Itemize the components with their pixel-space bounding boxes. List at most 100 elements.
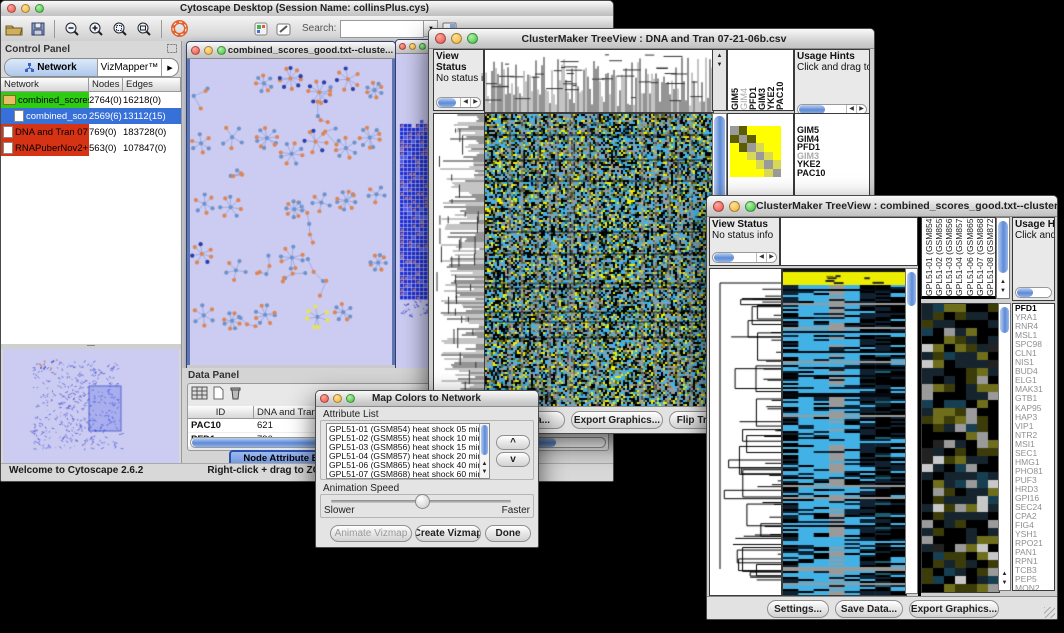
scroll-thumb[interactable] [1000,307,1009,333]
scroll-down-icon[interactable]: ▼ [999,579,1010,588]
tv2-column-dendrogram[interactable] [780,217,918,266]
scroll-right-icon[interactable]: ▶ [470,98,480,107]
tv2-column-label[interactable]: GPL51-01 (GSM854) [924,218,934,296]
attribute-list-item[interactable]: GPL51-06 (GSM865) heat shock 40 min [329,461,489,470]
gene-label[interactable]: NIS1 [1013,358,1054,367]
heatmap-cell[interactable] [764,169,773,178]
heatmap-cell[interactable] [739,135,748,144]
col-network[interactable]: Network [1,78,89,92]
tv1-row-label[interactable]: PAC10 [795,169,869,178]
create-vizmap-button[interactable]: Create Vizmap [415,525,481,542]
animate-vizmap-button[interactable]: Animate Vizmap [330,525,412,542]
heatmap-cell[interactable] [773,152,782,161]
attribute-list-item[interactable]: GPL51-04 (GSM857) heat shock 20 min [329,452,489,461]
heatmap-cell[interactable] [747,160,756,169]
network-name-cell[interactable]: DNA and Tran 07 [1,124,89,140]
network-canvas[interactable] [187,59,395,365]
export-graphics-button[interactable]: Export Graphics... [909,600,999,618]
tv2-column-label[interactable]: GPL51-02 (GSM855) [934,218,944,296]
scroll-up-icon[interactable]: ▲ [997,278,1009,287]
minimize-button[interactable] [204,46,213,55]
heatmap-cell[interactable] [730,143,739,152]
attribute-list-item[interactable]: GPL51-07 (GSM868) heat shock 60 min [329,470,489,479]
move-down-button[interactable]: v [496,452,530,467]
tv1-heatmap[interactable] [484,113,714,407]
tv2-status-hscrollbar[interactable]: ◀ ▶ [712,252,777,263]
heatmap-cell[interactable] [747,135,756,144]
help-lifesaver-icon[interactable] [171,20,188,37]
tv2-column-label[interactable]: GPL51-06 (GSM865) [965,218,975,296]
close-button[interactable] [7,4,16,13]
attribute-list[interactable]: GPL51-01 (GSM854) heat shock 05 minGPL51… [326,423,490,479]
zoom-button[interactable] [419,43,426,50]
gene-label[interactable]: MSL1 [1013,331,1054,340]
export-graphics-button[interactable]: Export Graphics... [571,411,663,429]
scroll-right-icon[interactable]: ▶ [766,253,776,262]
gene-label[interactable]: CPA2 [1013,512,1054,521]
attribute-list-vscrollbar[interactable]: ▲ ▼ [479,424,489,478]
scroll-down-icon[interactable]: ▼ [480,468,489,477]
heatmap-cell[interactable] [773,135,782,144]
gene-label[interactable]: PAN1 [1013,548,1054,557]
tv1-row-dendrogram[interactable] [433,113,486,407]
network-name-cell[interactable]: RNAPuberNov2+ [1,140,89,156]
gene-label[interactable]: RPN1 [1013,557,1054,566]
gene-label[interactable]: PFD1 [1013,304,1054,313]
gene-label[interactable]: PUF3 [1013,476,1054,485]
close-button[interactable] [713,201,724,212]
tv2-zoom-vscrollbar[interactable]: ▲ ▼ [998,303,1011,591]
tv2-zoom-heatmap[interactable] [921,303,1000,593]
tv1-column-label[interactable]: GIM3 [757,50,766,110]
gene-label[interactable]: MON2 [1013,584,1054,591]
zoom-button[interactable] [745,201,756,212]
tv1-column-label[interactable]: GIM5 [730,50,739,110]
heatmap-cell[interactable] [764,152,773,161]
heatmap-cell[interactable] [756,152,765,161]
speed-slider-thumb[interactable] [415,494,430,509]
zoom-selected-icon[interactable] [112,21,128,37]
settings-button[interactable]: Settings... [767,600,829,618]
network-view-titlebar[interactable]: combined_scores_good.txt--cluste... [187,42,395,59]
tv2-heatmap-vscrollbar[interactable] [905,268,918,594]
attribute-list-item[interactable]: GPL51-03 (GSM856) heat shock 15 min [329,443,489,452]
gene-label[interactable]: KAP95 [1013,404,1054,413]
close-button[interactable] [320,394,329,403]
plugin-manager-icon[interactable] [254,22,268,36]
heatmap-cell[interactable] [747,126,756,135]
gene-label[interactable]: VIP1 [1013,422,1054,431]
tv1-status-hscrollbar[interactable]: ◀ ▶ [436,97,481,108]
gene-label[interactable]: YSH1 [1013,530,1054,539]
datapanel-col-id[interactable]: ID [188,406,254,419]
scroll-thumb[interactable] [1017,288,1033,297]
scroll-thumb[interactable] [998,221,1008,273]
heatmap-cell[interactable] [747,152,756,161]
heatmap-cell[interactable] [730,152,739,161]
gene-label[interactable]: ELG1 [1013,376,1054,385]
heatmap-cell[interactable] [747,169,756,178]
treeview2-titlebar[interactable]: ClusterMaker TreeView : combined_scores_… [707,196,1057,217]
tv2-column-label[interactable]: GPL51-04 (GSM857) [954,218,964,296]
network-list-row[interactable]: combined_sco2569(6)13112(15) [1,108,181,124]
network-list-row[interactable]: combined_scores2764(0)16218(0) [1,92,181,108]
zoom-out-icon[interactable] [64,21,80,37]
main-titlebar[interactable]: Cytoscape Desktop (Session Name: collins… [1,1,613,17]
heatmap-cell[interactable] [730,126,739,135]
network-overview-thumbnail[interactable] [3,349,179,463]
heatmap-cell[interactable] [764,160,773,169]
gene-label[interactable]: SPC98 [1013,340,1054,349]
save-data-button[interactable]: Save Data... [835,600,903,618]
col-edges[interactable]: Edges [123,78,181,92]
heatmap-cell[interactable] [773,169,782,178]
network-name-cell[interactable]: combined_scores [1,92,89,108]
heatmap-cell[interactable] [739,160,748,169]
heatmap-cell[interactable] [764,126,773,135]
open-file-icon[interactable] [5,22,23,36]
network-list-row[interactable]: RNAPuberNov2+563(0)107847(0) [1,140,181,156]
gene-label[interactable]: MAK31 [1013,385,1054,394]
delete-attribute-icon[interactable] [229,386,242,405]
resize-grip[interactable] [1044,607,1055,618]
zoom-in-icon[interactable] [88,21,104,37]
zoom-button[interactable] [35,4,44,13]
scroll-thumb[interactable] [438,98,456,107]
heatmap-cell[interactable] [773,160,782,169]
